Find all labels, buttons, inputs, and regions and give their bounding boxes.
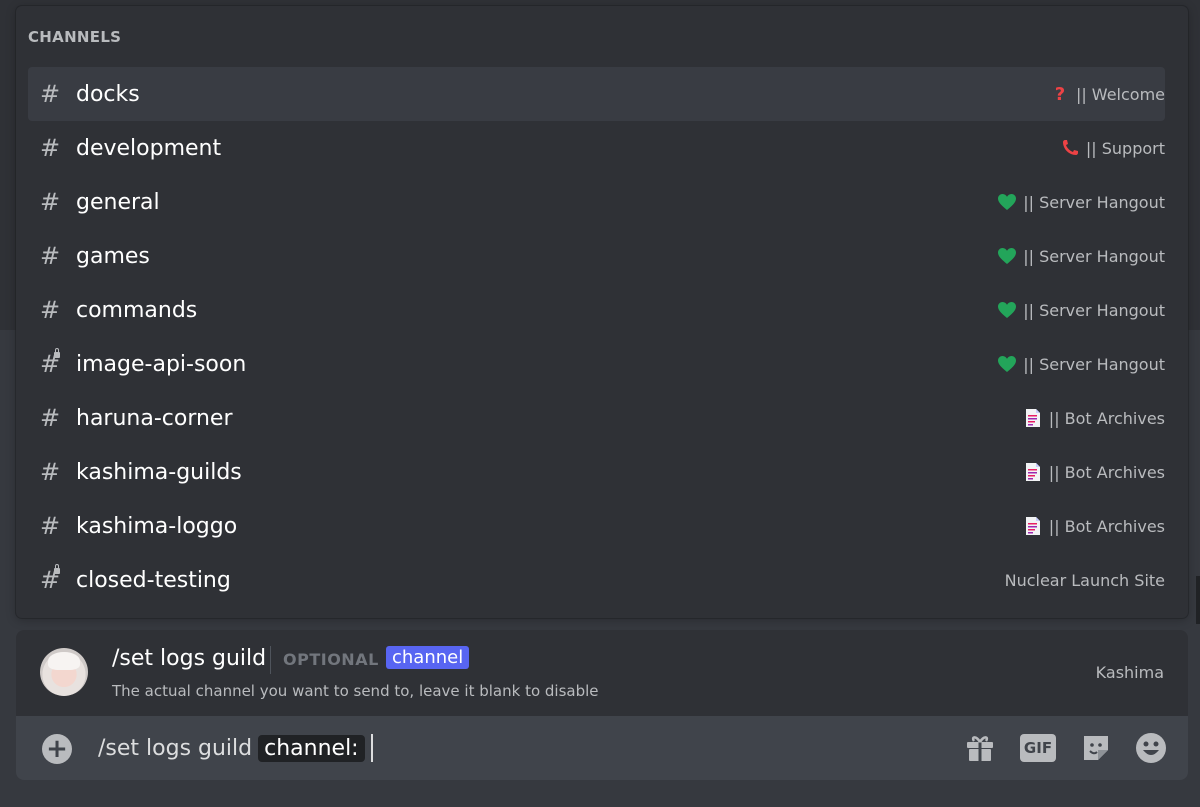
channel-name: games	[76, 243, 150, 269]
channel-row-image-api-soon[interactable]: # image-api-soon || Server Hangout	[28, 337, 1165, 391]
document-icon	[1023, 408, 1043, 428]
channel-name: kashima-loggo	[76, 513, 238, 539]
text-channel-icon: #	[40, 134, 61, 162]
green-heart-icon	[997, 354, 1017, 374]
emoji-button[interactable]	[1133, 730, 1169, 766]
channel-category: || Bot Archives	[1023, 462, 1165, 482]
command-title: /set logs guild	[112, 646, 267, 671]
document-icon	[1023, 462, 1043, 482]
text-caret	[370, 734, 373, 762]
category-name: || Server Hangout	[1023, 354, 1165, 374]
plus-icon: +	[46, 734, 68, 764]
message-input[interactable]: /set logs guild channel:	[98, 734, 373, 762]
gif-button[interactable]: GIF	[1020, 730, 1056, 766]
channel-name: kashima-guilds	[76, 459, 242, 485]
document-icon	[1023, 516, 1043, 536]
category-name: || Bot Archives	[1048, 408, 1165, 428]
category-name: || Welcome	[1075, 84, 1165, 104]
channel-row-docks[interactable]: # docks? || Welcome	[28, 67, 1165, 121]
smiley-icon	[1136, 733, 1166, 763]
message-input-bar: + /set logs guild channel: GIF	[16, 716, 1188, 780]
category-name: || Support	[1085, 138, 1165, 158]
channel-name: haruna-corner	[76, 405, 233, 431]
divider	[270, 646, 271, 674]
popup-header: CHANNELS	[28, 28, 122, 46]
locked-channel-icon: #	[40, 348, 61, 378]
channel-category: || Support	[1060, 138, 1165, 158]
add-attachment-button[interactable]: +	[42, 734, 72, 764]
category-name: || Server Hangout	[1023, 300, 1165, 320]
channel-category: Nuclear Launch Site	[1005, 571, 1165, 590]
scrollbar[interactable]	[1196, 576, 1200, 624]
green-heart-icon	[997, 300, 1017, 320]
category-name: || Bot Archives	[1048, 462, 1165, 482]
text-channel-icon: #	[40, 188, 61, 216]
text-channel-icon: #	[40, 404, 61, 432]
gift-icon	[967, 736, 993, 761]
gif-icon: GIF	[1020, 734, 1056, 762]
question-mark-icon: ?	[1050, 84, 1070, 104]
channel-category: || Bot Archives	[1023, 408, 1165, 428]
channel-row-development[interactable]: # development || Support	[28, 121, 1165, 175]
green-heart-icon	[997, 192, 1017, 212]
channel-name: development	[76, 135, 222, 161]
channel-category: ? || Welcome	[1050, 84, 1165, 104]
svg-text:?: ?	[1055, 85, 1065, 103]
channel-row-kashima-guilds[interactable]: # kashima-guilds || Bot Archives	[28, 445, 1165, 499]
category-name: || Bot Archives	[1048, 516, 1165, 536]
optional-label: OPTIONAL	[283, 650, 379, 669]
lock-icon	[54, 564, 60, 574]
locked-channel-icon: #	[40, 564, 61, 594]
text-channel-icon: #	[40, 512, 61, 540]
category-name: Nuclear Launch Site	[1004, 570, 1165, 590]
channel-category: || Server Hangout	[997, 300, 1165, 320]
category-name: || Server Hangout	[1023, 192, 1165, 212]
sticker-button[interactable]	[1078, 730, 1114, 766]
channel-name: general	[76, 189, 160, 215]
channel-name: image-api-soon	[76, 351, 247, 377]
text-channel-icon: #	[40, 296, 61, 324]
channel-autocomplete-popup: CHANNELS # docks? || Welcome # development ||…	[16, 6, 1188, 618]
gift-button[interactable]	[962, 730, 998, 766]
text-channel-icon: #	[40, 242, 61, 270]
channel-row-kashima-loggo[interactable]: # kashima-loggo || Bot Archives	[28, 499, 1165, 553]
input-command-text: /set logs guild	[98, 735, 253, 761]
param-chip[interactable]: channel	[386, 646, 470, 669]
phone-icon	[1060, 138, 1080, 158]
input-param-chip[interactable]: channel:	[258, 734, 365, 762]
category-name: || Server Hangout	[1023, 246, 1165, 266]
channel-row-games[interactable]: # games || Server Hangout	[28, 229, 1165, 283]
channel-category: || Bot Archives	[1023, 516, 1165, 536]
text-channel-icon: #	[40, 458, 61, 486]
command-info-bar: /set logs guild OPTIONAL channel The act…	[16, 630, 1188, 716]
bot-avatar	[40, 648, 88, 696]
channel-name: docks	[76, 81, 140, 107]
sticker-icon	[1084, 736, 1108, 760]
command-source: Kashima	[1095, 663, 1164, 682]
channel-row-haruna-corner[interactable]: # haruna-corner || Bot Archives	[28, 391, 1165, 445]
channel-category: || Server Hangout	[997, 354, 1165, 374]
channel-row-closed-testing[interactable]: # closed-testing Nuclear Launch Site	[28, 553, 1165, 607]
lock-icon	[54, 348, 60, 358]
channel-row-general[interactable]: # general || Server Hangout	[28, 175, 1165, 229]
channel-name: commands	[76, 297, 198, 323]
channel-category: || Server Hangout	[997, 192, 1165, 212]
channel-row-commands[interactable]: # commands || Server Hangout	[28, 283, 1165, 337]
channel-name: closed-testing	[76, 567, 231, 593]
text-channel-icon: #	[40, 80, 61, 108]
green-heart-icon	[997, 246, 1017, 266]
channel-category: || Server Hangout	[997, 246, 1165, 266]
command-description: The actual channel you want to send to, …	[112, 682, 599, 700]
